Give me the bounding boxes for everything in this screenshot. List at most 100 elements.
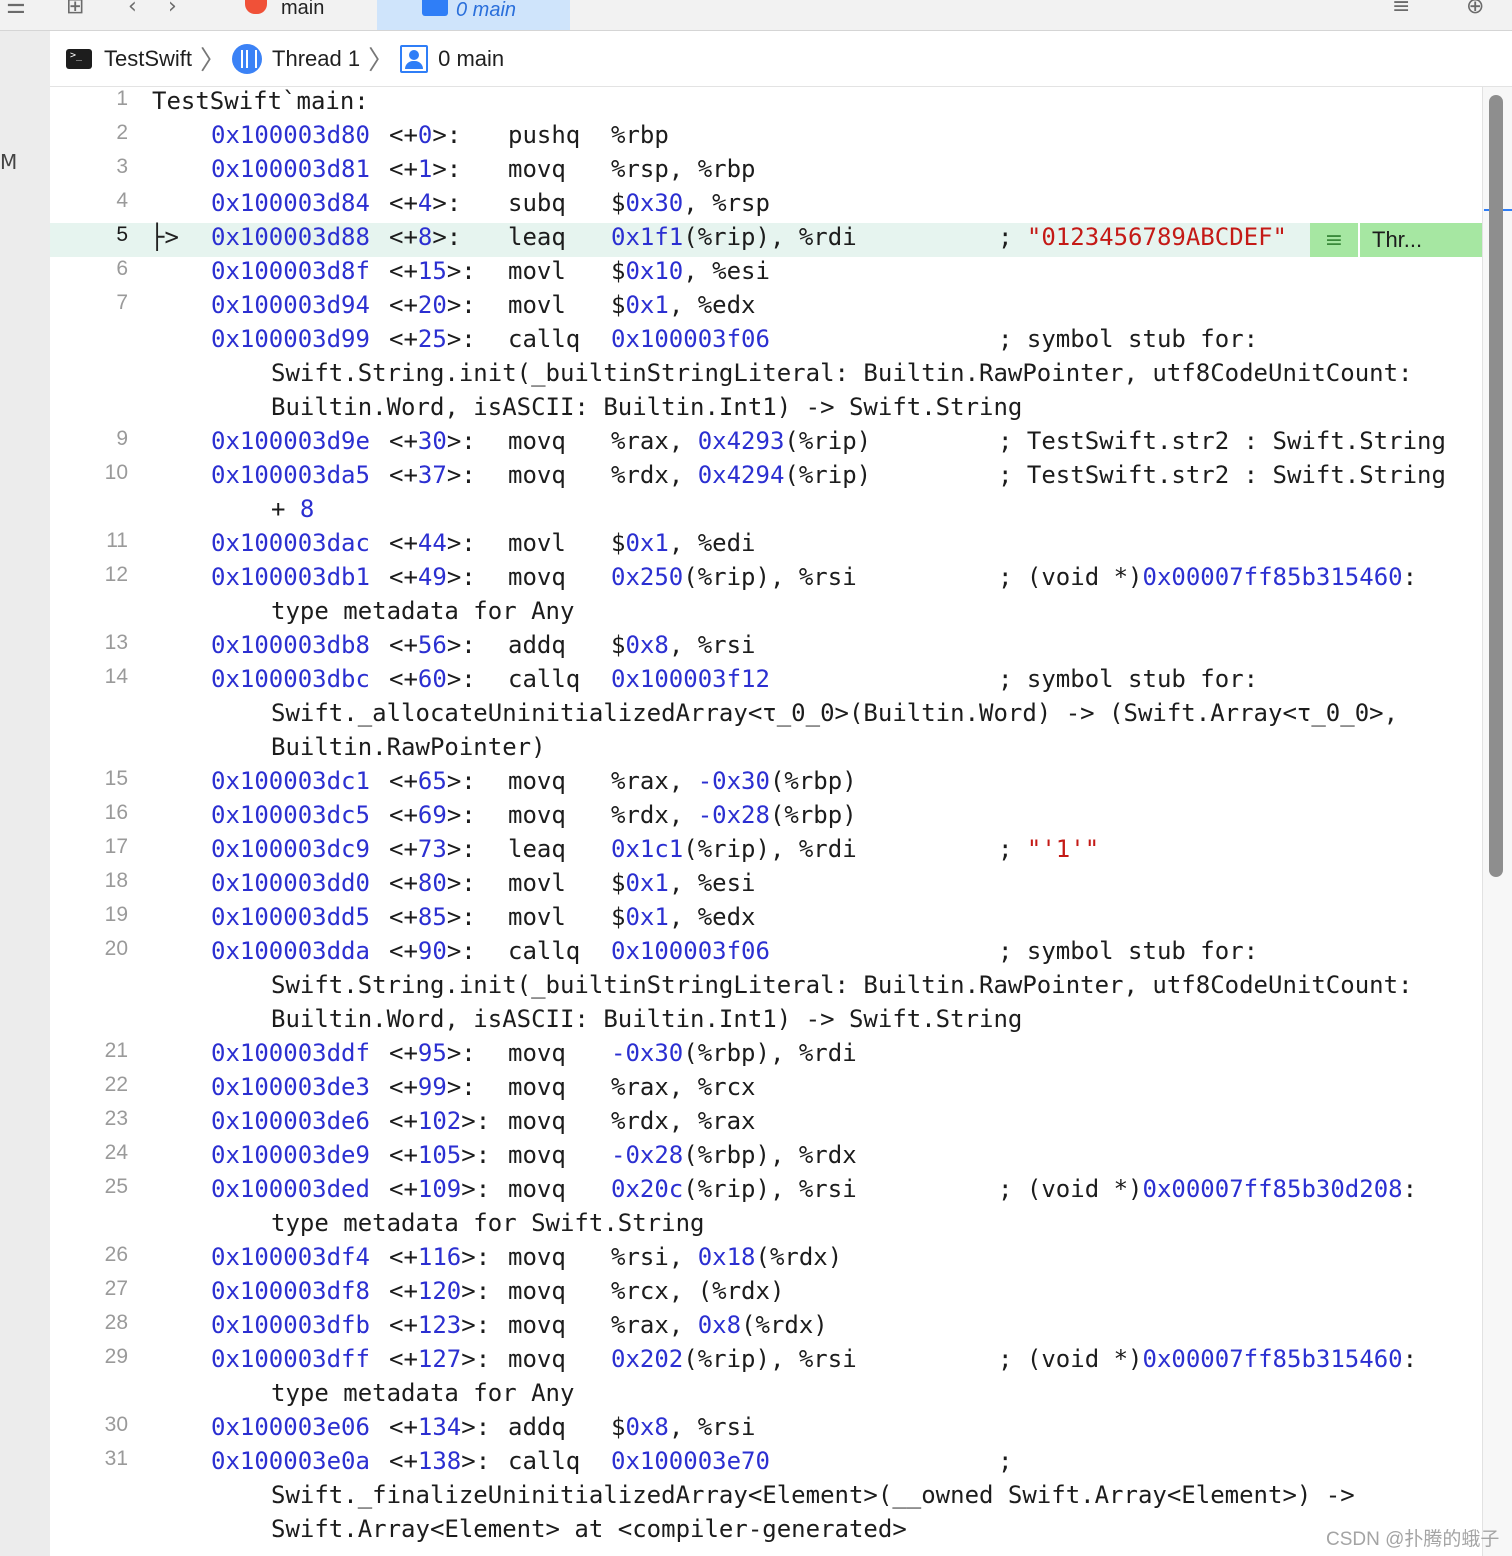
menu-lines-icon[interactable]: ≡ bbox=[1310, 223, 1360, 257]
code-line[interactable]: 24 0x100003de9 <+105>: movq -0x28(%rbp), %rd… bbox=[50, 1141, 1482, 1175]
code-line-continuation[interactable]: Swift._finalizeUninitializedArray<Elemen… bbox=[50, 1481, 1482, 1515]
line-number: 23 bbox=[104, 1107, 128, 1130]
offset-value: 25 bbox=[417, 325, 447, 353]
code-line[interactable]: 31 0x100003e0a <+138>: callq 0x100003e70; bbox=[50, 1447, 1482, 1481]
instruction-address: 0x100003df8 bbox=[211, 1277, 370, 1305]
offset-close: >: bbox=[461, 1345, 491, 1373]
instruction-operands: 0x100003f06 bbox=[611, 325, 770, 353]
code-line[interactable]: 9 0x100003d9e <+30>: movq %rax, 0x4293(%rip)… bbox=[50, 427, 1482, 461]
offset-value: 49 bbox=[417, 563, 447, 591]
instruction-address: 0x100003dac bbox=[211, 529, 370, 557]
disassembly-editor[interactable]: 1 TestSwift`main: 2 0x100003d80 <+0>: pushq %r… bbox=[50, 87, 1482, 1556]
code-line[interactable]: 16 0x100003dc5 <+69>: movq %rdx, -0x28(%rbp) bbox=[50, 801, 1482, 835]
hex-literal: -0x30 bbox=[611, 1039, 684, 1067]
code-line[interactable]: 3 0x100003d81 <+1>: movq %rsp, %rbp bbox=[50, 155, 1482, 189]
code-line-continuation[interactable]: type metadata for Any bbox=[50, 597, 1482, 631]
offset-value: 69 bbox=[417, 801, 447, 829]
offset-value: 102 bbox=[417, 1107, 462, 1135]
instruction-offset: <+37>: bbox=[389, 461, 476, 489]
code-line[interactable]: 25 0x100003ded <+109>: movq 0x20c(%rip), %rs… bbox=[50, 1175, 1482, 1209]
instruction-mnemonic: movq bbox=[508, 155, 566, 183]
code-line-continuation[interactable]: + 8 bbox=[50, 495, 1482, 529]
offset-value: 85 bbox=[417, 903, 447, 931]
code-line[interactable]: 30 0x100003e06 <+134>: addq $0x8, %rsi bbox=[50, 1413, 1482, 1447]
breadcrumb-frame[interactable]: 0 main bbox=[400, 44, 504, 73]
line-number: 16 bbox=[104, 801, 128, 824]
offset-open: <+ bbox=[389, 1311, 418, 1339]
code-line[interactable]: 6 0x100003d8f <+15>: movl $0x10, %esi bbox=[50, 257, 1482, 291]
offset-open: <+ bbox=[389, 1413, 418, 1441]
wrapped-comment: type metadata for Any bbox=[271, 1379, 575, 1407]
offset-close: >: bbox=[446, 835, 476, 863]
instruction-comment: ; TestSwift.str2 : Swift.String bbox=[998, 427, 1446, 455]
code-line[interactable]: 18 0x100003dd0 <+80>: movl $0x1, %esi bbox=[50, 869, 1482, 903]
vertical-scrollbar[interactable] bbox=[1489, 95, 1503, 877]
code-line[interactable]: 29 0x100003dff <+127>: movq 0x202(%rip), %rs… bbox=[50, 1345, 1482, 1379]
code-line[interactable]: 27 0x100003df8 <+120>: movq %rcx, (%rdx) bbox=[50, 1277, 1482, 1311]
related-items-icon[interactable]: ⊞ bbox=[66, 0, 84, 18]
wrapped-comment: Builtin.Word, isASCII: Builtin.Int1) -> … bbox=[271, 1005, 1023, 1033]
tab-main[interactable]: main bbox=[245, 0, 375, 30]
chevron-right-icon[interactable]: › bbox=[168, 0, 177, 18]
instruction-comment: ; (void *)0x00007ff85b315460: bbox=[998, 563, 1417, 591]
code-line[interactable]: 10 0x100003da5 <+37>: movq %rdx, 0x4294(%rip… bbox=[50, 461, 1482, 495]
instruction-comment: ; bbox=[998, 1447, 1012, 1475]
editor-options-icon[interactable]: ≡ bbox=[1392, 0, 1410, 18]
line-number: 31 bbox=[104, 1447, 128, 1470]
line-number: 13 bbox=[104, 631, 128, 654]
offset-close: >: bbox=[446, 631, 476, 659]
instruction-mnemonic: movq bbox=[508, 801, 566, 829]
string-literal: "0123456789ABCDEF" bbox=[1026, 223, 1287, 251]
comment-text: ; bbox=[998, 1447, 1013, 1475]
offset-value: 90 bbox=[417, 937, 447, 965]
code-line[interactable]: 5 ├> 0x100003d88 <+8>: leaq 0x1f1(%rip), %rdi… bbox=[50, 223, 1482, 257]
breadcrumb-thread[interactable]: Thread 1 bbox=[232, 43, 360, 74]
code-line[interactable]: 7 0x100003d94 <+20>: movl $0x1, %edx bbox=[50, 291, 1482, 325]
code-line-continuation[interactable]: Builtin.RawPointer) bbox=[50, 733, 1482, 767]
code-line-continuation[interactable]: Swift._allocateUninitializedArray<τ_0_0>… bbox=[50, 699, 1482, 733]
instruction-mnemonic: addq bbox=[508, 631, 566, 659]
code-line-continuation[interactable]: Swift.String.init(_builtinStringLiteral:… bbox=[50, 359, 1482, 393]
instruction-offset: <+99>: bbox=[389, 1073, 476, 1101]
chevron-left-icon[interactable]: ‹ bbox=[128, 0, 137, 18]
code-line-continuation[interactable]: Builtin.Word, isASCII: Builtin.Int1) -> … bbox=[50, 1005, 1482, 1039]
code-line-continuation[interactable]: type metadata for Swift.String bbox=[50, 1209, 1482, 1243]
instruction-operands: $0x10, %esi bbox=[611, 257, 770, 285]
offset-value: 0 bbox=[417, 121, 433, 149]
code-line[interactable]: 4 0x100003d84 <+4>: subq $0x30, %rsp bbox=[50, 189, 1482, 223]
code-line-continuation[interactable]: Builtin.Word, isASCII: Builtin.Int1) -> … bbox=[50, 393, 1482, 427]
code-line[interactable]: 13 0x100003db8 <+56>: addq $0x8, %rsi bbox=[50, 631, 1482, 665]
code-line[interactable]: 23 0x100003de6 <+102>: movq %rdx, %rax bbox=[50, 1107, 1482, 1141]
line-number: 5 bbox=[116, 223, 128, 246]
offset-close: >: bbox=[461, 1141, 491, 1169]
code-line[interactable]: 1 TestSwift`main: bbox=[50, 87, 1482, 121]
code-line[interactable]: 19 0x100003dd5 <+85>: movl $0x1, %edx bbox=[50, 903, 1482, 937]
code-line[interactable]: 14 0x100003dbc <+60>: callq 0x100003f12 ; sym… bbox=[50, 665, 1482, 699]
code-line[interactable]: 0x100003d99 <+25>: callq 0x100003f06 ; symbo… bbox=[50, 325, 1482, 359]
code-line-continuation[interactable]: Swift.String.init(_builtinStringLiteral:… bbox=[50, 971, 1482, 1005]
code-line[interactable]: 22 0x100003de3 <+99>: movq %rax, %rcx bbox=[50, 1073, 1482, 1107]
offset-open: <+ bbox=[389, 767, 418, 795]
list-icon[interactable]: ☰ bbox=[6, 0, 26, 18]
code-line-continuation[interactable]: Swift.Array<Element> at <compiler-genera… bbox=[50, 1515, 1482, 1549]
instruction-mnemonic: subq bbox=[508, 189, 566, 217]
code-line[interactable]: 15 0x100003dc1 <+65>: movq %rax, -0x30(%rbp) bbox=[50, 767, 1482, 801]
code-line[interactable]: 12 0x100003db1 <+49>: movq 0x250(%rip), %rsi… bbox=[50, 563, 1482, 597]
thread-badge[interactable]: ≡ Thr... bbox=[1310, 223, 1482, 257]
code-line[interactable]: 28 0x100003dfb <+123>: movq %rax, 0x8(%rdx) bbox=[50, 1311, 1482, 1345]
tab-0-main[interactable]: 0 main bbox=[377, 0, 570, 30]
instruction-mnemonic: callq bbox=[508, 665, 581, 693]
code-line[interactable]: 26 0x100003df4 <+116>: movq %rsi, 0x18(%rdx) bbox=[50, 1243, 1482, 1277]
code-line[interactable]: 17 0x100003dc9 <+73>: leaq 0x1c1(%rip), %rdi… bbox=[50, 835, 1482, 869]
line-number: 11 bbox=[106, 529, 128, 552]
breadcrumb-project[interactable]: TestSwift bbox=[50, 46, 192, 72]
code-line[interactable]: 20 0x100003dda <+90>: callq 0x100003f06 ; sym… bbox=[50, 937, 1482, 971]
code-line[interactable]: 21 0x100003ddf <+95>: movq -0x30(%rbp), %rdi bbox=[50, 1039, 1482, 1073]
offset-value: 60 bbox=[417, 665, 447, 693]
code-line[interactable]: 11 0x100003dac <+44>: movl $0x1, %edi bbox=[50, 529, 1482, 563]
add-editor-icon[interactable]: ⊕ bbox=[1466, 0, 1484, 18]
instruction-operands: $0x1, %edx bbox=[611, 903, 756, 931]
instruction-operands: %rdx, -0x28(%rbp) bbox=[611, 801, 857, 829]
code-line-continuation[interactable]: type metadata for Any bbox=[50, 1379, 1482, 1413]
code-line[interactable]: 2 0x100003d80 <+0>: pushq %rbp bbox=[50, 121, 1482, 155]
